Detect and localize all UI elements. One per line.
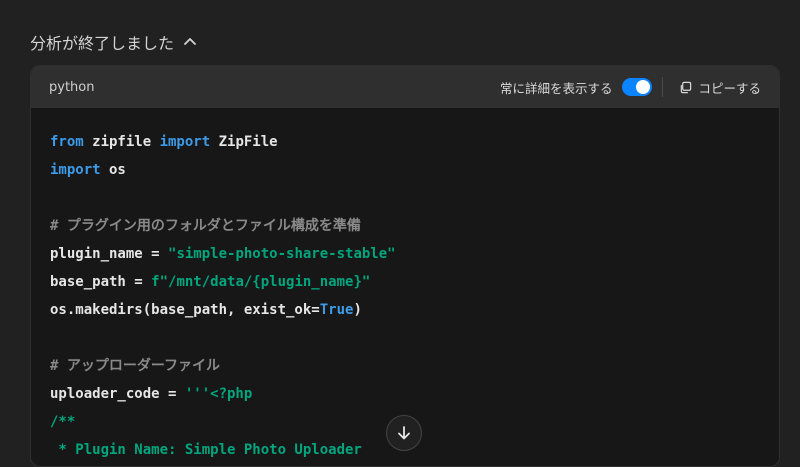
code-string: * Plugin Name: Simple Photo Uploader	[50, 442, 362, 458]
code-line-2: import os	[50, 156, 760, 184]
code-comment: # アップローダーファイル	[50, 358, 221, 374]
scroll-to-bottom-button[interactable]	[386, 415, 422, 451]
copy-button[interactable]: コピーする	[679, 78, 761, 97]
code-string: f"/mnt/data/{plugin_name}"	[151, 274, 371, 290]
code-line-9: # アップローダーファイル	[50, 352, 760, 380]
code-line-5: plugin_name = "simple-photo-share-stable…	[50, 240, 760, 268]
always-show-details-control: 常に詳細を表示する	[500, 78, 653, 97]
toggle-label: 常に詳細を表示する	[499, 80, 613, 96]
code-block-header: python 常に詳細を表示する コピーする	[31, 66, 779, 108]
code-token: uploader_code =	[50, 386, 185, 402]
toggle-knob	[636, 80, 651, 94]
code-token: os.makedirs(base_path, exist_ok=	[50, 302, 320, 318]
code-string: '''<?php	[184, 386, 253, 402]
code-line-10: uploader_code = '''<?php	[50, 380, 760, 408]
code-keyword: True	[319, 302, 354, 318]
code-language-label: python	[49, 79, 95, 95]
analysis-status-label: 分析が終了しました	[30, 34, 175, 53]
code-token: zipfile	[83, 134, 160, 150]
code-content: from zipfile import ZipFile import os # プラ…	[31, 108, 779, 466]
code-comment: # プラグイン用のフォルダとファイル構成を準備	[50, 218, 361, 234]
copy-button-label: コピーする	[698, 80, 761, 96]
code-line-6: base_path = f"/mnt/data/{plugin_name}"	[50, 268, 760, 296]
analysis-status[interactable]: 分析が終了しました	[30, 28, 198, 56]
code-token: ZipFile	[210, 134, 278, 150]
copy-icon	[681, 81, 692, 93]
code-token: os	[100, 162, 126, 178]
header-divider	[662, 77, 664, 97]
code-string: "simple-photo-share-stable"	[168, 246, 396, 262]
code-token: )	[353, 302, 362, 318]
code-token: base_path =	[50, 274, 152, 290]
code-token: import	[50, 162, 101, 178]
code-line-7: os.makedirs(base_path, exist_ok=True)	[50, 296, 760, 324]
code-line-1: from zipfile import ZipFile	[50, 128, 760, 156]
code-block: python 常に詳細を表示する コピーする from zipfile impo…	[30, 65, 780, 467]
chevron-up-icon	[184, 38, 196, 45]
code-token: from	[50, 134, 84, 150]
code-line-4: # プラグイン用のフォルダとファイル構成を準備	[50, 212, 760, 240]
code-token: plugin_name =	[50, 246, 169, 262]
code-token: import	[159, 134, 211, 150]
code-string: /**	[50, 414, 76, 430]
always-show-details-toggle[interactable]	[622, 78, 653, 96]
arrow-down-icon	[398, 426, 410, 440]
